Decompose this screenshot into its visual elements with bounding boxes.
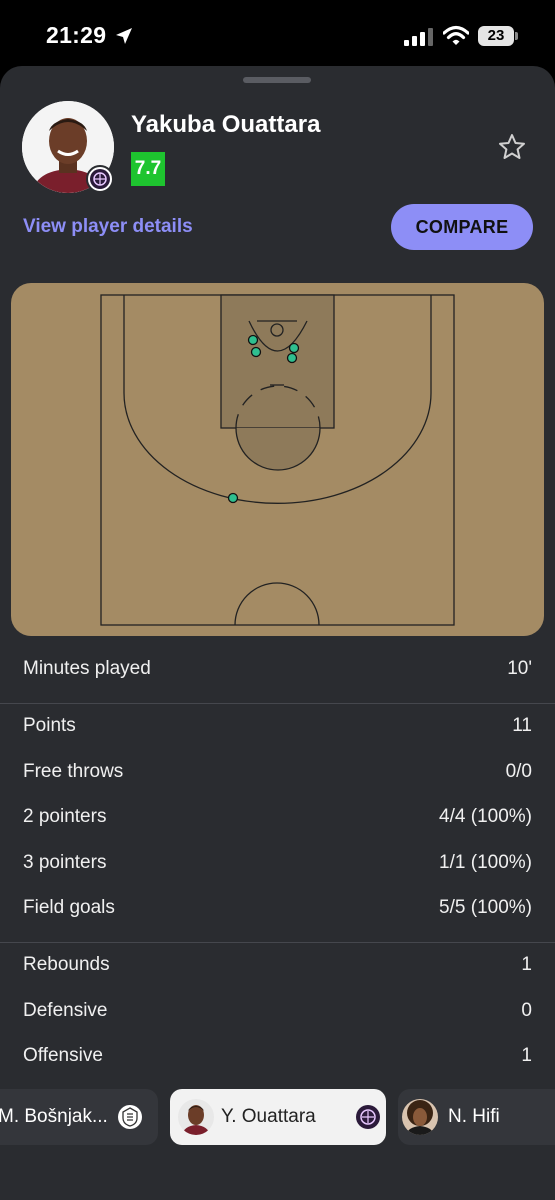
player-chip-name: Y. Ouattara bbox=[221, 1106, 316, 1127]
player-chip-avatar bbox=[178, 1099, 214, 1135]
team-badge-icon bbox=[86, 165, 114, 193]
battery-tip bbox=[515, 32, 518, 40]
player-chip[interactable]: M. Bošnjak... bbox=[0, 1089, 158, 1145]
stat-value: 5/5 (100%) bbox=[439, 897, 532, 918]
made-shot-marker bbox=[247, 334, 259, 346]
stat-row-3-pointers: 3 pointers 1/1 (100%) bbox=[0, 840, 555, 886]
wifi-icon bbox=[443, 25, 469, 45]
player-rating-badge: 7.7 bbox=[131, 152, 165, 186]
made-shot-marker bbox=[250, 346, 262, 358]
stat-value: 0 bbox=[521, 1000, 532, 1021]
stat-label: 2 pointers bbox=[23, 806, 107, 827]
stat-row-free-throws: Free throws 0/0 bbox=[0, 749, 555, 795]
stat-row-offensive: Offensive 1 bbox=[0, 1033, 555, 1079]
stat-value: 1 bbox=[521, 1045, 532, 1066]
status-bar: 21:29 23 bbox=[0, 0, 555, 66]
player-chip-name: N. Hifi bbox=[448, 1106, 500, 1127]
stat-value: 1/1 (100%) bbox=[439, 852, 532, 873]
sheet-grabber[interactable] bbox=[243, 77, 311, 83]
player-chip-name: M. Bošnjak... bbox=[0, 1106, 108, 1127]
stat-row-2-pointers: 2 pointers 4/4 (100%) bbox=[0, 794, 555, 840]
player-chip-active[interactable]: Y. Ouattara bbox=[170, 1089, 386, 1145]
status-time: 21:29 bbox=[46, 22, 107, 48]
view-player-details-link[interactable]: View player details bbox=[23, 216, 193, 238]
stat-value: 0/0 bbox=[505, 761, 532, 782]
stat-label: Defensive bbox=[23, 1000, 108, 1021]
player-switcher: M. Bošnjak... Y. Ouattara N. Hifi bbox=[0, 1089, 555, 1145]
stat-row-defensive: Defensive 0 bbox=[0, 988, 555, 1034]
stat-row-minutes: Minutes played 10' bbox=[0, 646, 555, 692]
team-badge-icon bbox=[356, 1105, 380, 1129]
stat-label: Points bbox=[23, 715, 76, 736]
team-badge-icon bbox=[118, 1105, 142, 1129]
stat-label: Field goals bbox=[23, 897, 115, 918]
made-shot-marker bbox=[286, 352, 298, 364]
stat-row-field-goals: Field goals 5/5 (100%) bbox=[0, 885, 555, 931]
stat-row-rebounds: Rebounds 1 bbox=[0, 942, 555, 988]
made-shot-marker bbox=[288, 342, 300, 354]
favorite-star-icon[interactable] bbox=[497, 132, 527, 162]
shot-chart bbox=[11, 283, 544, 636]
stat-label: Offensive bbox=[23, 1045, 103, 1066]
stat-label: Free throws bbox=[23, 761, 124, 782]
player-chip-avatar bbox=[402, 1099, 438, 1135]
battery-indicator: 23 bbox=[478, 26, 514, 46]
made-shot-marker bbox=[227, 492, 239, 504]
stat-label: Minutes played bbox=[23, 658, 151, 679]
cellular-signal-icon bbox=[404, 28, 433, 46]
player-name: Yakuba Ouattara bbox=[131, 111, 321, 138]
compare-button[interactable]: COMPARE bbox=[391, 204, 533, 250]
location-arrow-icon bbox=[116, 28, 132, 44]
player-sheet: Yakuba Ouattara 7.7 View player details … bbox=[0, 66, 555, 1200]
player-chip[interactable]: N. Hifi bbox=[398, 1089, 555, 1145]
stat-value: 11 bbox=[512, 715, 532, 736]
stat-value: 10' bbox=[507, 658, 532, 679]
stat-value: 4/4 (100%) bbox=[439, 806, 532, 827]
basketball-court bbox=[100, 294, 455, 626]
stat-label: 3 pointers bbox=[23, 852, 107, 873]
stat-label: Rebounds bbox=[23, 954, 110, 975]
stat-row-points: Points 11 bbox=[0, 703, 555, 749]
stat-value: 1 bbox=[521, 954, 532, 975]
